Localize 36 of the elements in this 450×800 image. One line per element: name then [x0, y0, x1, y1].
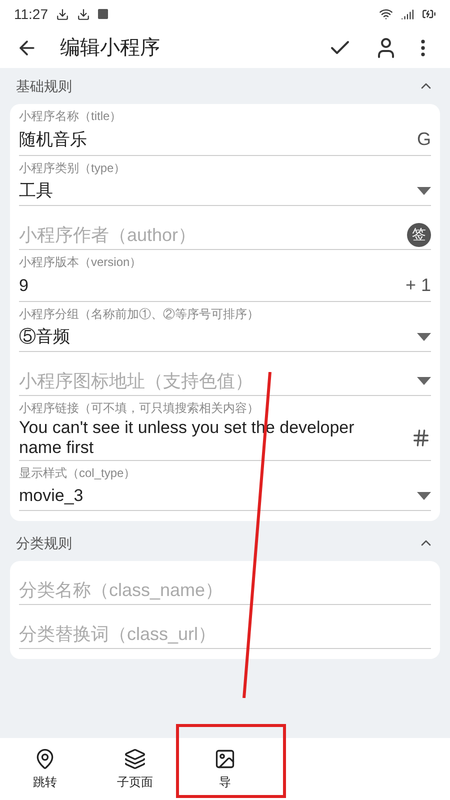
field-label: 小程序版本（version）: [19, 254, 143, 270]
download-icon: [77, 8, 90, 20]
nav-tab[interactable]: 导: [180, 748, 270, 790]
input-field[interactable]: movie_3: [19, 481, 431, 511]
status-time: 11:27: [14, 4, 48, 24]
field-suffix[interactable]: G: [416, 126, 431, 153]
section-title: 基础规则: [16, 76, 72, 96]
sign-button[interactable]: 签: [407, 222, 431, 246]
dropdown-arrow-icon[interactable]: [417, 376, 431, 384]
download-icon: [56, 8, 69, 20]
signal-icon: [401, 8, 414, 20]
dropdown-arrow-icon[interactable]: [417, 332, 431, 340]
field-label: 显示样式（col_type）: [19, 465, 137, 481]
nav-tab[interactable]: 跳转: [0, 748, 90, 790]
nav-tab[interactable]: 子页面: [90, 748, 180, 790]
input-field[interactable]: 小程序作者（author） 签: [19, 220, 431, 250]
notification-icon: [98, 9, 108, 19]
layers-icon: [124, 748, 146, 770]
input-field[interactable]: 工具: [19, 176, 431, 206]
field-label: 小程序分组（名称前加①、②等序号可排序）: [19, 306, 260, 322]
input-field[interactable]: 9 + 1: [19, 270, 431, 302]
section-title: 分类规则: [16, 534, 72, 552]
input-field[interactable]: 随机音乐 G: [19, 124, 431, 156]
wifi-icon: [379, 7, 393, 21]
field-suffix[interactable]: + 1: [405, 272, 431, 299]
image-icon: [214, 748, 236, 770]
battery-icon: [422, 7, 436, 21]
field-label: 小程序名称（title）: [19, 108, 123, 124]
input-field[interactable]: ⑤音频: [19, 322, 431, 352]
dropdown-arrow-icon[interactable]: [417, 186, 431, 194]
hash-icon[interactable]: [411, 428, 431, 448]
field-label: 小程序类别（type）: [19, 160, 127, 176]
location-pin-icon: [34, 748, 56, 770]
page-title: 编辑小程序: [60, 36, 161, 61]
field-label: 小程序链接（可不填，可只填搜索相关内容）: [19, 400, 260, 416]
dropdown-arrow-icon[interactable]: [417, 492, 431, 500]
